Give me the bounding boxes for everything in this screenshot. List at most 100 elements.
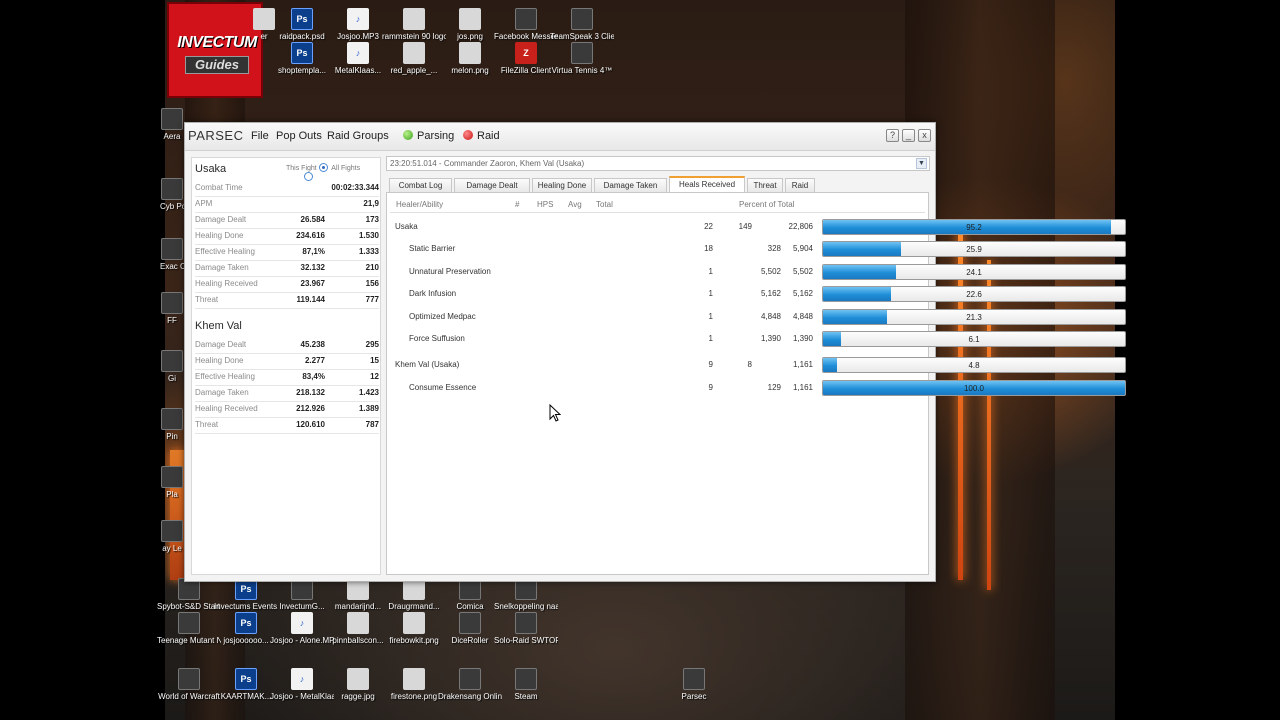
logo-subtitle: Guides <box>185 56 249 74</box>
table-row[interactable]: Consume Essence 9 129 1,161 100.0 <box>390 380 1126 396</box>
image-icon <box>347 612 369 634</box>
tab-combat-log[interactable]: Combat Log <box>389 178 452 192</box>
desktop-icon[interactable]: melon.png <box>438 42 502 76</box>
stat-per-second: 777 <box>365 295 379 304</box>
table-row[interactable]: Usaka 22 149 22,806 95.2 <box>390 219 1126 235</box>
desktop-icon[interactable]: Parsec <box>662 668 726 702</box>
desktop-icon[interactable]: ♪ Josjoo - MetalKlaas... <box>270 668 334 702</box>
stat-row: Combat Time 00:02:33.344 <box>195 182 379 196</box>
close-button[interactable]: x <box>918 129 931 142</box>
raid-toggle[interactable]: Raid <box>463 130 500 142</box>
desktop-icon[interactable]: jos.png <box>438 8 502 42</box>
desktop-icon[interactable]: ♪ Josjoo.MP3 <box>326 8 390 42</box>
tab-raid[interactable]: Raid <box>785 178 815 192</box>
desktop-icon[interactable]: Snelkoppeling naar Poker... <box>494 578 558 612</box>
desktop-icon[interactable]: mandarijnd... <box>326 578 390 612</box>
tab-threat[interactable]: Threat <box>747 178 783 192</box>
chevron-down-icon[interactable]: ▼ <box>916 158 927 169</box>
desktop-icon[interactable]: Ps raidpack.psd <box>270 8 334 42</box>
desktop-icon[interactable]: Teenage Mutant Ninj... <box>157 612 221 646</box>
ability-name: Force Suffusion <box>409 334 465 343</box>
desktop-icon-label: Virtua Tennis 4™ <box>551 66 613 75</box>
menu-pop-outs[interactable]: Pop Outs <box>276 130 322 142</box>
stat-row: Damage Taken 218.132 1.423 <box>195 387 379 401</box>
menu-file[interactable]: File <box>251 130 269 142</box>
desktop-icon[interactable]: firebowkit.png <box>382 612 446 646</box>
app-icon <box>161 350 183 372</box>
desktop-icon[interactable]: FF <box>160 292 184 326</box>
desktop-icon[interactable]: Pla <box>160 466 184 500</box>
stat-row: Healing Done 234.616 1.530 <box>195 230 379 244</box>
tab-damage-taken[interactable]: Damage Taken <box>594 178 667 192</box>
desktop-icon[interactable]: PsInvectums Events.psd <box>214 578 278 612</box>
table-row[interactable]: Dark Infusion 1 5,162 5,162 22.6 <box>390 286 1126 302</box>
ability-name: Usaka <box>395 222 418 231</box>
app-icon <box>459 668 481 690</box>
desktop-icon[interactable]: ♪ Josjoo - Alone.MP3 <box>270 612 334 646</box>
stat-per-second: 1.333 <box>358 247 379 256</box>
desktop-icon[interactable]: Comica <box>438 578 502 612</box>
percent-bar: 95.2 <box>822 219 1126 235</box>
this-fight-radio[interactable] <box>318 163 328 172</box>
desktop-icon[interactable]: Cyb Powe <box>160 178 184 212</box>
help-button[interactable]: ? <box>886 129 899 142</box>
table-row[interactable]: Optimized Medpac 1 4,848 4,848 21.3 <box>390 309 1126 325</box>
desktop-icon[interactable]: ay Le <box>160 520 184 554</box>
table-row[interactable]: Force Suffusion 1 1,390 1,390 6.1 <box>390 331 1126 347</box>
desktop-icon[interactable]: Ps josjoooooo... <box>214 612 278 646</box>
tab-healing-done[interactable]: Healing Done <box>532 178 592 192</box>
desktop-icon[interactable]: Drakensang Online <box>438 668 502 702</box>
desktop-icon[interactable]: Pin <box>160 408 184 442</box>
minimize-button[interactable]: _ <box>902 129 915 142</box>
tab-damage-dealt[interactable]: Damage Dealt <box>454 178 530 192</box>
desktop-icon[interactable]: Exac Ce <box>160 238 184 272</box>
desktop-icon[interactable]: TeamSpeak 3 Client <box>550 8 614 42</box>
avg-value: 1,390 <box>760 334 781 343</box>
table-row[interactable]: Khem Val (Usaka) 9 8 1,161 4.8 <box>390 357 1126 373</box>
filezilla-icon: Z <box>515 42 537 64</box>
row-divider <box>195 292 379 293</box>
desktop-icon-label: FileZilla Client <box>500 66 552 75</box>
desktop-icon[interactable]: Ps KAARTMAK... <box>214 668 278 702</box>
desktop-icon[interactable]: Spybot-S&D Start Center <box>157 578 221 612</box>
desktop-icon[interactable]: Gi <box>160 350 184 384</box>
desktop-icon[interactable]: red_apple_... <box>382 42 446 76</box>
stat-total: 212.926 <box>296 404 325 413</box>
tab-heals-received[interactable]: Heals Received <box>669 176 745 193</box>
row-divider <box>195 385 379 386</box>
desktop-icon[interactable]: firestone.png <box>382 668 446 702</box>
desktop-icon[interactable]: Ps shoptempla... <box>270 42 334 76</box>
this-fight-label: This Fight <box>286 165 317 172</box>
app-icon <box>161 238 183 260</box>
menu-raid-groups[interactable]: Raid Groups <box>327 130 389 142</box>
desktop-icon[interactable]: Facebook Messenger <box>494 8 558 42</box>
parsing-toggle[interactable]: Parsing <box>403 130 454 142</box>
total-value: 1,161 <box>792 383 813 392</box>
desktop-icon[interactable]: rammstein 90 logo.jpg <box>382 8 446 42</box>
desktop-icon[interactable]: Steam <box>494 668 558 702</box>
desktop-icon[interactable]: DiceRoller <box>438 612 502 646</box>
desktop-icon[interactable]: ♪ MetalKlaas... <box>326 42 390 76</box>
encounter-select[interactable]: 23:20:51.014 - Commander Zaoron, Khem Va… <box>386 156 930 171</box>
avg-value: 5,502 <box>760 267 781 276</box>
table-row[interactable]: Unnatural Preservation 1 5,502 5,502 24.1 <box>390 264 1126 280</box>
desktop-icon[interactable]: Solo-Raid SWTOR MOD <box>494 612 558 646</box>
desktop-icon[interactable]: Draugrmand... <box>382 578 446 612</box>
raid-label: Raid <box>477 130 500 142</box>
desktop-icon-label: shoptempla... <box>277 66 327 75</box>
fight-scope-selector: This Fight All Fights <box>286 163 380 181</box>
desktop-icon[interactable]: Aera <box>160 108 184 142</box>
desktop-icon[interactable]: World of Warcraft <box>157 668 221 702</box>
desktop-icon[interactable]: InvectumG... <box>270 578 334 612</box>
total-value: 22,806 <box>788 222 813 231</box>
desktop-icon-label: Josjoo.MP3 <box>337 32 379 41</box>
desktop-icon[interactable]: pinnballscon... <box>326 612 390 646</box>
percent-label: 25.9 <box>966 245 982 254</box>
parsing-status-icon <box>403 130 413 140</box>
stat-label: Damage Dealt <box>195 340 247 349</box>
desktop-icon[interactable]: ragge.jpg <box>326 668 390 702</box>
desktop-icon[interactable]: Virtua Tennis 4™ <box>550 42 614 76</box>
all-fights-radio[interactable] <box>304 172 313 181</box>
desktop-icon[interactable]: Z FileZilla Client <box>494 42 558 76</box>
table-row[interactable]: Static Barrier 18 328 5,904 25.9 <box>390 241 1126 257</box>
